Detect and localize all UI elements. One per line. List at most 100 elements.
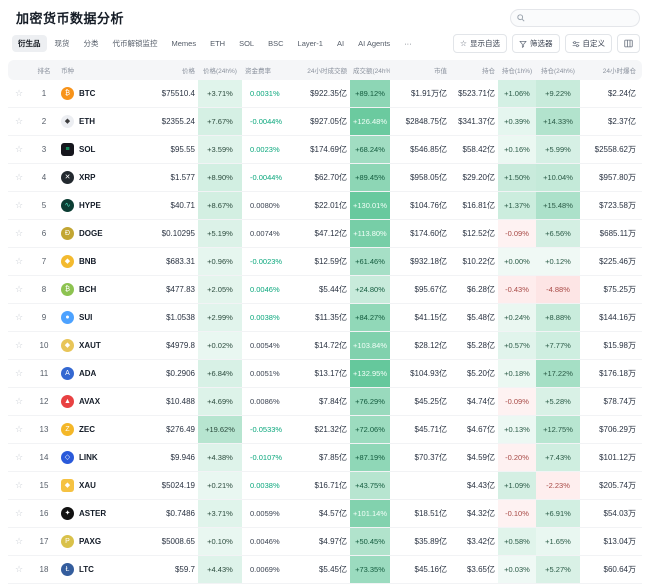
table-row[interactable]: ☆7◆BNB$683.31+0.96%-0.0023%$12.59亿+61.46… (8, 248, 642, 276)
coin-cell[interactable]: ✕XRP (58, 164, 136, 192)
favorite-star-icon[interactable]: ☆ (8, 248, 30, 276)
tab-layer1[interactable]: Layer-1 (292, 36, 329, 51)
column-header-1[interactable]: 排名 (30, 60, 58, 80)
column-header-0[interactable] (8, 60, 30, 80)
table-row[interactable]: ☆10◆XAUT$4979.8+0.02%0.0054%$14.72亿+103.… (8, 332, 642, 360)
column-header-12[interactable]: 24小时爆仓 (580, 60, 642, 80)
search-box[interactable] (510, 9, 640, 27)
favorite-star-icon[interactable]: ☆ (8, 360, 30, 388)
filter-button[interactable]: 筛选器 (512, 34, 560, 53)
coin-symbol: LTC (79, 565, 94, 574)
favorite-star-icon[interactable]: ☆ (8, 528, 30, 556)
coin-cell[interactable]: ▲AVAX (58, 388, 136, 416)
coin-cell[interactable]: ◇LINK (58, 444, 136, 472)
rank-cell: 14 (30, 444, 58, 472)
table-row[interactable]: ☆4✕XRP$1.577+8.90%-0.0044%$62.70亿+89.45%… (8, 164, 642, 192)
oi-change-1h-cell: +0.13% (498, 416, 536, 444)
table-row[interactable]: ☆18ŁLTC$59.7+4.43%0.0069%$5.45亿+73.35%$4… (8, 556, 642, 584)
table-row[interactable]: ☆1₿BTC$75510.4+3.71%0.0031%$922.35亿+89.1… (8, 80, 642, 108)
column-header-4[interactable]: 价格(24h%) (198, 60, 242, 80)
favorite-star-icon[interactable]: ☆ (8, 136, 30, 164)
coin-cell[interactable]: ◆XAU (58, 472, 136, 500)
tab-token-unlock[interactable]: 代币解锁监控 (107, 35, 164, 52)
favorite-star-icon[interactable]: ☆ (8, 556, 30, 584)
table-row[interactable]: ☆15◆XAU$5024.19+0.21%0.0038%$16.71亿+43.7… (8, 472, 642, 500)
table-row[interactable]: ☆8₿BCH$477.83+2.05%0.0046%$5.44亿+24.80%$… (8, 276, 642, 304)
favorite-star-icon[interactable]: ☆ (8, 416, 30, 444)
column-header-10[interactable]: 持仓(1h%) (498, 60, 536, 80)
coin-cell[interactable]: ₿BCH (58, 276, 136, 304)
market-cap-cell: $45.16亿 (390, 556, 450, 584)
coin-cell[interactable]: ZZEC (58, 416, 136, 444)
column-header-11[interactable]: 持仓(24h%) (536, 60, 580, 80)
favorite-star-icon[interactable]: ☆ (8, 220, 30, 248)
coin-cell[interactable]: ≡SOL (58, 136, 136, 164)
favorite-star-icon[interactable]: ☆ (8, 444, 30, 472)
favorite-star-icon[interactable]: ☆ (8, 192, 30, 220)
favorite-star-icon[interactable]: ☆ (8, 164, 30, 192)
column-header-5[interactable]: 资金费率 (242, 60, 292, 80)
tab-ai-agents[interactable]: AI Agents (352, 36, 396, 51)
coin-cell[interactable]: ◆ETH (58, 108, 136, 136)
price-change-cell: +8.67% (198, 192, 242, 220)
coin-cell[interactable]: AADA (58, 360, 136, 388)
tab-categories[interactable]: 分类 (78, 35, 105, 52)
column-header-6[interactable]: 24小时成交额 (292, 60, 350, 80)
favorite-star-icon[interactable]: ☆ (8, 276, 30, 304)
table-row[interactable]: ☆12▲AVAX$10.488+4.69%0.0086%$7.84亿+76.29… (8, 388, 642, 416)
column-header-3[interactable]: 价格 (136, 60, 198, 80)
table-row[interactable]: ☆13ZZEC$276.49+19.62%-0.0533%$21.32亿+72.… (8, 416, 642, 444)
column-header-7[interactable]: 成交额(24h%) (350, 60, 390, 80)
coin-cell[interactable]: ✦ASTER (58, 500, 136, 528)
oi-change-24h-cell: +5.27% (536, 556, 580, 584)
coin-cell[interactable]: ◆XAUT (58, 332, 136, 360)
table-row[interactable]: ☆11AADA$0.2906+6.84%0.0051%$13.17亿+132.9… (8, 360, 642, 388)
liquidation-cell: $957.80万 (580, 164, 642, 192)
volume-cell: $5.45亿 (292, 556, 350, 584)
customize-button[interactable]: 自定义 (565, 34, 613, 53)
tab-sol[interactable]: SOL (233, 36, 260, 51)
tab-more[interactable]: ··· (398, 36, 418, 51)
coin-cell[interactable]: ∿HYPE (58, 192, 136, 220)
column-header-9[interactable]: 持仓 (450, 60, 498, 80)
table-row[interactable]: ☆9●SUI$1.0538+2.99%0.0038%$11.35亿+84.27%… (8, 304, 642, 332)
table-row[interactable]: ☆14◇LINK$9.946+4.38%-0.0107%$7.85亿+87.19… (8, 444, 642, 472)
price-cell: $5024.19 (136, 472, 198, 500)
favorite-star-icon[interactable]: ☆ (8, 472, 30, 500)
table-row[interactable]: ☆6ÐDOGE$0.10295+5.19%0.0074%$47.12亿+113.… (8, 220, 642, 248)
coin-cell[interactable]: ◆BNB (58, 248, 136, 276)
columns-button[interactable] (617, 34, 640, 53)
column-header-2[interactable]: 币种 (58, 60, 136, 80)
favorite-star-icon[interactable]: ☆ (8, 304, 30, 332)
favorite-star-icon[interactable]: ☆ (8, 80, 30, 108)
tab-ai[interactable]: AI (331, 36, 350, 51)
volume-change-cell: +24.80% (350, 276, 390, 304)
coin-cell[interactable]: PPAXG (58, 528, 136, 556)
column-header-8[interactable]: 市值 (390, 60, 450, 80)
favorite-star-icon[interactable]: ☆ (8, 332, 30, 360)
search-input[interactable] (529, 12, 623, 23)
open-interest-cell: $341.37亿 (450, 108, 498, 136)
tab-eth[interactable]: ETH (204, 36, 231, 51)
coin-cell[interactable]: ●SUI (58, 304, 136, 332)
favorite-star-icon[interactable]: ☆ (8, 388, 30, 416)
table-row[interactable]: ☆5∿HYPE$40.71+8.67%0.0080%$22.01亿+130.01… (8, 192, 642, 220)
favorite-star-icon[interactable]: ☆ (8, 108, 30, 136)
open-interest-cell: $58.42亿 (450, 136, 498, 164)
table-row[interactable]: ☆17PPAXG$5008.65+0.10%0.0046%$4.97亿+50.4… (8, 528, 642, 556)
show-favorites-button[interactable]: ☆显示自选 (453, 34, 507, 53)
coin-cell[interactable]: ÐDOGE (58, 220, 136, 248)
tab-derivatives[interactable]: 衍生品 (12, 35, 47, 52)
tab-spot[interactable]: 现货 (49, 35, 76, 52)
coin-cell[interactable]: ŁLTC (58, 556, 136, 584)
tab-memes[interactable]: Memes (166, 36, 203, 51)
tab-bsc[interactable]: BSC (262, 36, 289, 51)
coin-symbol: XAUT (79, 341, 101, 350)
table-row[interactable]: ☆2◆ETH$2355.24+7.67%-0.0044%$927.05亿+126… (8, 108, 642, 136)
favorite-star-icon[interactable]: ☆ (8, 500, 30, 528)
oi-change-1h-cell: +0.24% (498, 304, 536, 332)
star-icon: ☆ (460, 39, 467, 48)
coin-cell[interactable]: ₿BTC (58, 80, 136, 108)
table-row[interactable]: ☆3≡SOL$95.55+3.59%0.0023%$174.69亿+68.24%… (8, 136, 642, 164)
table-row[interactable]: ☆16✦ASTER$0.7486+3.71%0.0059%$4.57亿+101.… (8, 500, 642, 528)
